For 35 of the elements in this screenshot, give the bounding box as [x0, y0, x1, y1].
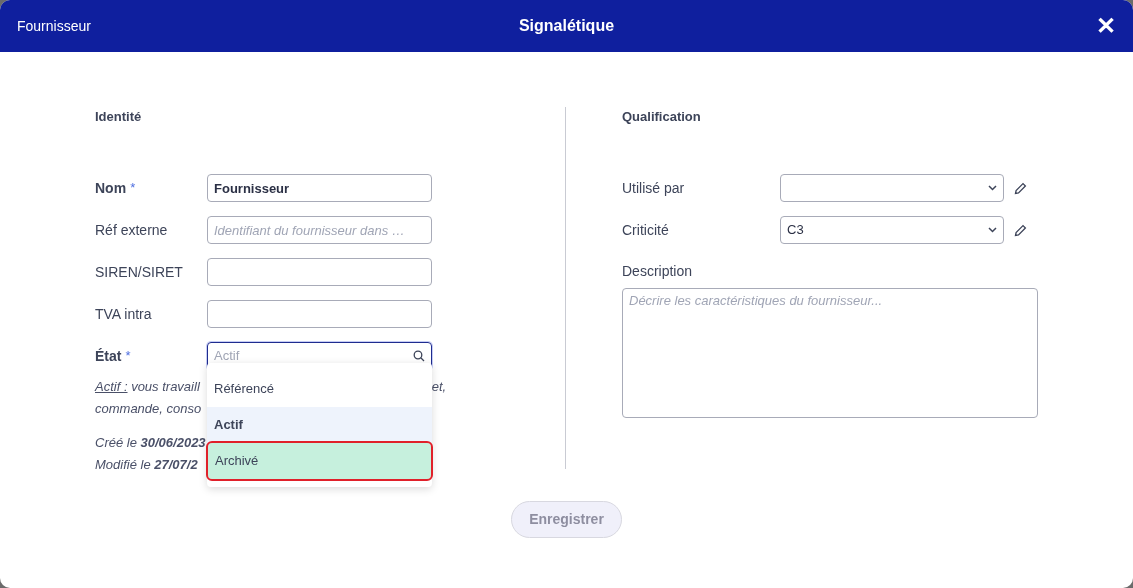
- field-label: Réf externe: [95, 220, 168, 240]
- select-field[interactable]: C3: [780, 216, 1004, 244]
- hint-text: Actif : vous travaill: [95, 378, 200, 396]
- modal-title: Signalétique: [518, 16, 615, 36]
- section-heading: Identité: [95, 108, 143, 126]
- modified-date: Modifié le 27/07/2: [95, 457, 198, 472]
- created-date: Créé le 30/06/2023: [95, 435, 206, 450]
- input-field[interactable]: [207, 258, 432, 286]
- required-asterisk-icon: *: [130, 177, 136, 197]
- section-heading: Qualification: [622, 108, 702, 126]
- field-label: Utilisé par: [622, 178, 686, 198]
- chevron-down-icon: [988, 185, 997, 191]
- field-label: TVA intra: [95, 304, 152, 324]
- dropdown-option[interactable]: Référencé: [207, 371, 432, 407]
- dropdown-option[interactable]: Archivé: [208, 443, 431, 479]
- description-field[interactable]: Décrire les caractéristiques du fournisseur...: [622, 288, 1038, 418]
- field-label: Description: [622, 262, 694, 281]
- header-label: Fournisseur: [17, 16, 91, 36]
- close-button[interactable]: ✕: [1096, 14, 1116, 38]
- chevron-down-icon: [988, 227, 997, 233]
- pencil-icon[interactable]: [1014, 181, 1027, 195]
- input-field[interactable]: [207, 300, 432, 328]
- hint-text: commande, conso: [95, 401, 202, 416]
- field-label: Criticité: [622, 220, 670, 240]
- pencil-icon[interactable]: [1014, 223, 1027, 237]
- search-icon: [413, 350, 425, 362]
- field-label: État: [95, 346, 122, 366]
- field-label: Nom: [95, 178, 127, 198]
- hint-text: et,: [431, 378, 447, 396]
- input-field[interactable]: Identifiant du fournisseur dans …: [207, 216, 432, 244]
- required-asterisk-icon: *: [125, 345, 131, 365]
- input-field[interactable]: Fournisseur: [207, 174, 432, 202]
- dropdown-option[interactable]: Actif: [207, 407, 432, 443]
- select-field[interactable]: [780, 174, 1004, 202]
- field-label: SIREN/SIRET: [95, 262, 183, 282]
